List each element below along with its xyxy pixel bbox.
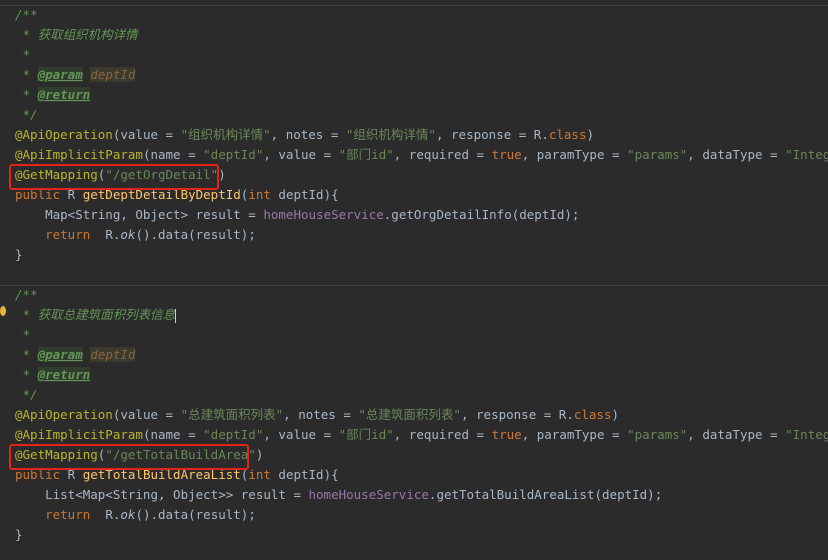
code-text: ) [255,447,264,462]
javadoc-open: /** [15,7,38,22]
javadoc-param-tag: @param [37,347,83,362]
javadoc-prefix: * [15,347,38,362]
string-literal: "部门id" [338,147,394,162]
string-literal: "Integer" [785,427,828,442]
code-text: , notes = [283,407,359,422]
javadoc-return-tag: @return [37,87,91,102]
annotation-name: @ApiOperation [15,407,113,422]
code-text: ().data(result); [135,507,256,522]
closing-brace: } [15,527,23,542]
annotation-name: @ApiImplicitParam [15,147,143,162]
field-reference: homeHouseService [308,487,429,502]
keyword: int [248,467,271,482]
top-divider [0,5,828,6]
javadoc-description: * 获取总建筑面积列表信息 [15,305,177,325]
keyword: int [248,187,271,202]
javadoc-param-line: * @param deptId [15,345,136,365]
highlight-box-get-total-build-area [9,444,249,470]
code-text: , response = R. [460,407,574,422]
code-text: deptId){ [270,187,339,202]
javadoc-prefix: * [15,67,38,82]
code-text: ().data(result); [135,227,256,242]
code-text: List<Map<String, Object>> result = [15,487,309,502]
code-text: , paramType = [521,427,628,442]
api-implicit-param-annotation[interactable]: @ApiImplicitParam(name = "deptId", value… [15,145,828,165]
field-reference: homeHouseService [263,207,384,222]
string-literal: "组织机构详情" [345,127,436,142]
code-text: ) [586,127,595,142]
javadoc-return-line: * @return [15,365,91,385]
code-text: , required = [393,427,492,442]
method-body-line[interactable]: List<Map<String, Object>> result = homeH… [15,485,662,505]
code-text: .getOrgDetailInfo(deptId); [383,207,580,222]
javadoc-return-tag: @return [37,367,91,382]
code-text: , response = R. [435,127,549,142]
return-statement[interactable]: return R.ok().data(result); [15,225,256,245]
code-text: , paramType = [521,147,628,162]
string-literal: "总建筑面积列表" [358,407,461,422]
code-text: ) [218,167,226,182]
highlight-box-get-org-detail [9,164,219,190]
code-text: deptId){ [270,467,339,482]
javadoc-open: /** [15,287,38,302]
method-body-line[interactable]: Map<String, Object> result = homeHouseSe… [15,205,579,225]
static-method-call: ok [120,227,136,242]
api-operation-annotation[interactable]: @ApiOperation(value = "总建筑面积列表", notes =… [15,405,619,425]
keyword: true [491,147,522,162]
code-text: , dataType = [687,147,786,162]
code-editor[interactable]: { "method1": { "doc_open": "/**", "doc_d… [0,0,828,560]
code-text: (value = [112,127,181,142]
javadoc-param-name: deptId [90,67,136,82]
code-text: R. [90,507,121,522]
string-literal: "部门id" [338,427,394,442]
string-literal: "组织机构详情" [180,127,271,142]
string-literal: "deptId" [203,427,264,442]
string-literal: "总建筑面积列表" [180,407,284,422]
javadoc-prefix: * [15,87,38,102]
string-literal: "params" [627,427,688,442]
code-text: , required = [393,147,492,162]
code-text: (value = [112,407,181,422]
keyword: return [15,227,91,242]
return-statement[interactable]: return R.ok().data(result); [15,505,256,525]
javadoc-description: * 获取组织机构详情 [15,27,138,42]
text-caret [175,308,177,323]
code-text: , value = [263,427,339,442]
code-text: Map<String, Object> result = [15,207,264,222]
closing-brace: } [15,247,23,262]
api-implicit-param-annotation[interactable]: @ApiImplicitParam(name = "deptId", value… [15,425,828,445]
code-text: .getTotalBuildAreaList(deptId); [428,487,663,502]
code-text: ) [611,407,620,422]
javadoc-param-name: deptId [90,347,136,362]
code-text: , value = [263,147,339,162]
string-literal: "params" [627,147,688,162]
intention-bulb-icon[interactable] [0,306,6,316]
keyword: class [573,407,612,422]
javadoc-blank: * [15,47,31,62]
javadoc-description-text: * 获取总建筑面积列表信息 [15,307,176,322]
string-literal: "deptId" [203,147,264,162]
keyword: return [15,507,91,522]
code-text: R. [90,227,121,242]
javadoc-return-line: * @return [15,85,91,105]
javadoc-param-tag: @param [37,67,83,82]
static-method-call: ok [120,507,136,522]
annotation-name: @ApiOperation [15,127,113,142]
code-text: , dataType = [687,427,786,442]
javadoc-close: */ [15,107,38,122]
javadoc-prefix: * [15,367,38,382]
code-text: , notes = [270,127,346,142]
method-separator [0,285,828,286]
javadoc-close: */ [15,387,38,402]
code-text: (name = [142,147,204,162]
keyword: true [491,427,522,442]
api-operation-annotation[interactable]: @ApiOperation(value = "组织机构详情", notes = … [15,125,594,145]
keyword: class [548,127,587,142]
javadoc-param-line: * @param deptId [15,65,136,85]
annotation-name: @ApiImplicitParam [15,427,143,442]
javadoc-blank: * [15,327,31,342]
code-text: (name = [142,427,204,442]
string-literal: "Integer" [785,147,828,162]
